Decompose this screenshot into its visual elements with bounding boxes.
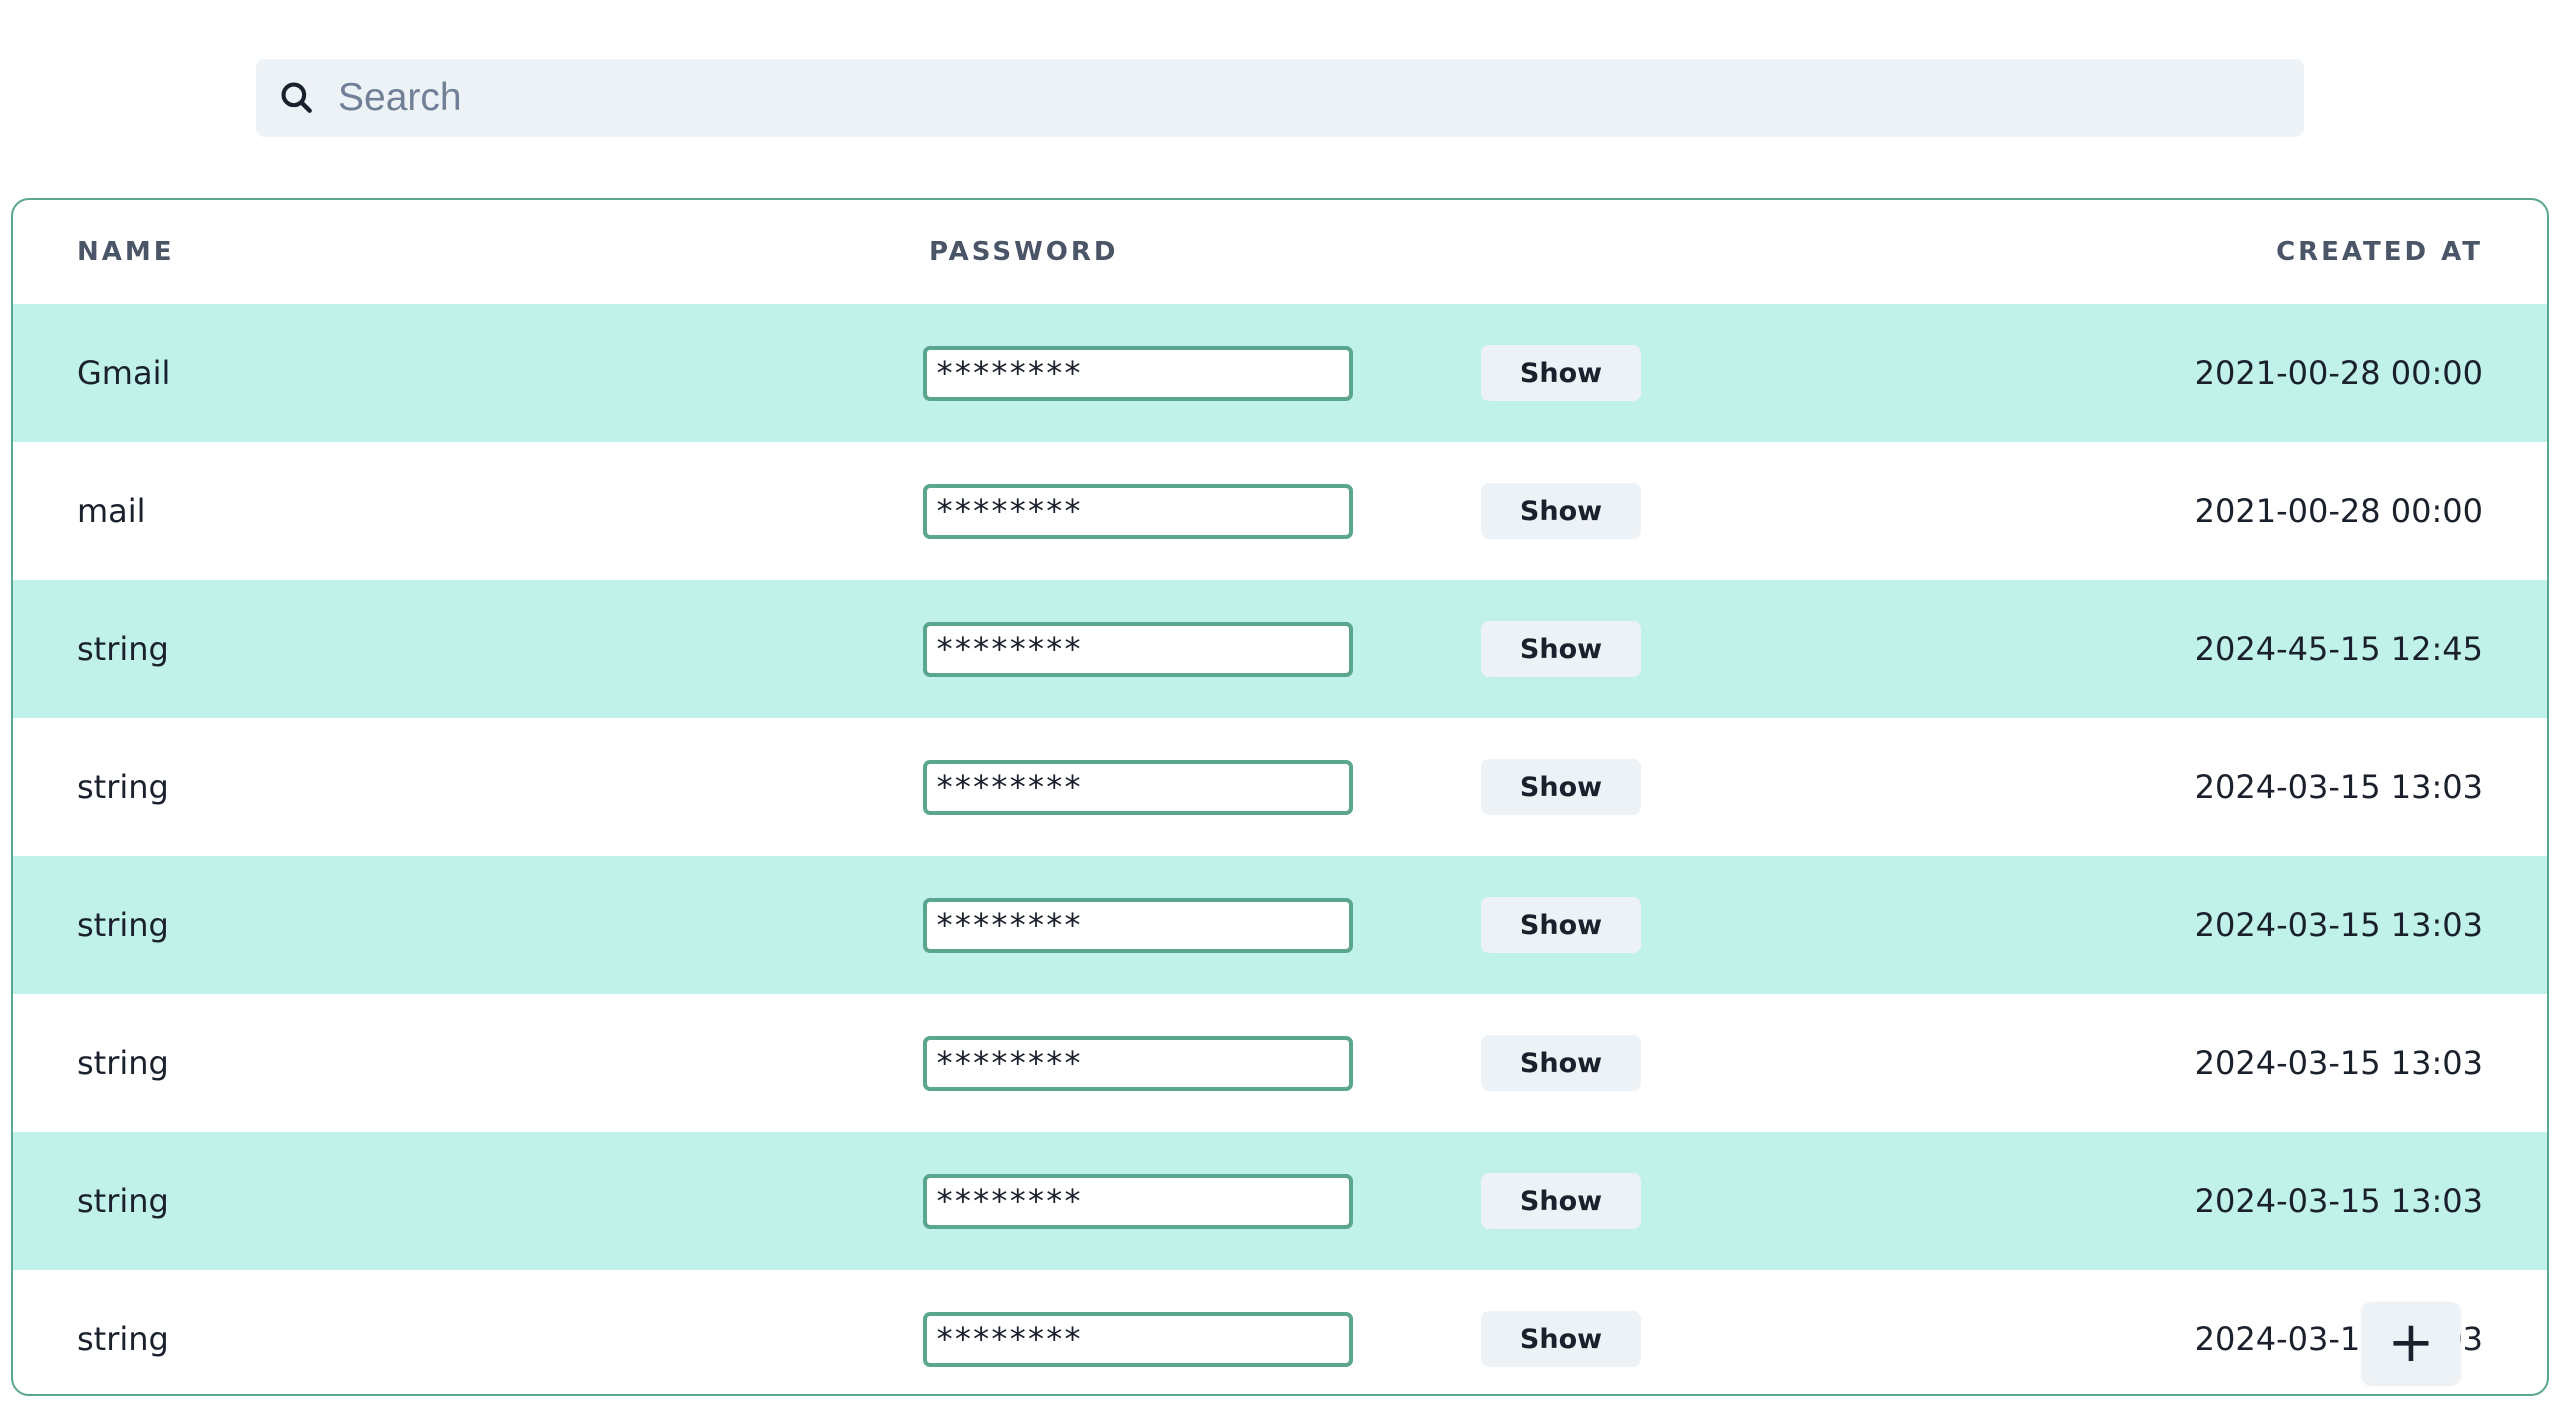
table-row: mail Show 2021-00-28 00:00 — [13, 442, 2547, 580]
cell-created-at: 2021-00-28 00:00 — [2194, 354, 2483, 392]
plus-icon: + — [2387, 1310, 2435, 1375]
cell-password — [923, 856, 1481, 994]
table-header-row: NAME PASSWORD CREATED AT — [13, 200, 2547, 304]
show-password-button[interactable]: Show — [1481, 483, 1641, 539]
table-row: string Show 2024-03-15 13:03 — [13, 994, 2547, 1132]
cell-name: mail — [77, 492, 146, 530]
table-row: string Show 2024-03-15 13:03 — [13, 718, 2547, 856]
cell-name: string — [77, 768, 169, 806]
cell-actions: Show — [1481, 718, 2031, 856]
cell-name: string — [77, 906, 169, 944]
password-field[interactable] — [923, 759, 1353, 815]
table-row: string Show 2024-45-15 12:45 — [13, 580, 2547, 718]
cell-actions: Show — [1481, 856, 2031, 994]
table-row: Gmail Show 2021-00-28 00:00 — [13, 304, 2547, 442]
table-row: string Show 2024-03-15 13:03 — [13, 1132, 2547, 1270]
cell-actions: Show — [1481, 994, 2031, 1132]
cell-created-at: 2024-03-15 13:03 — [2194, 1044, 2483, 1082]
cell-actions: Show — [1481, 580, 2031, 718]
password-field[interactable] — [923, 1173, 1353, 1229]
show-password-button[interactable]: Show — [1481, 1035, 1641, 1091]
password-field[interactable] — [923, 621, 1353, 677]
cell-actions: Show — [1481, 1132, 2031, 1270]
cell-actions: Show — [1481, 304, 2031, 442]
show-password-button[interactable]: Show — [1481, 345, 1641, 401]
cell-name: string — [77, 1182, 169, 1220]
search-input[interactable] — [338, 59, 2278, 137]
cell-name: Gmail — [77, 354, 171, 392]
cell-name: string — [77, 1044, 169, 1082]
password-field[interactable] — [923, 345, 1353, 401]
cell-created-at: 2024-03-15 13:03 — [2194, 906, 2483, 944]
add-entry-button[interactable]: + — [2362, 1302, 2460, 1384]
search-bar[interactable] — [256, 59, 2304, 137]
cell-created-at: 2024-03-15 13:03 — [2194, 768, 2483, 806]
cell-password — [923, 580, 1481, 718]
cell-password — [923, 1132, 1481, 1270]
cell-password — [923, 1270, 1481, 1394]
cell-password — [923, 994, 1481, 1132]
show-password-button[interactable]: Show — [1481, 621, 1641, 677]
show-password-button[interactable]: Show — [1481, 1311, 1641, 1367]
table-row: string Show 2024-03-15 13:03 — [13, 856, 2547, 994]
column-header-actions — [1481, 200, 2031, 304]
show-password-button[interactable]: Show — [1481, 759, 1641, 815]
password-manager-page: NAME PASSWORD CREATED AT Gmail Show 2021-0… — [0, 0, 2560, 1424]
password-field[interactable] — [923, 1311, 1353, 1367]
column-header-password: PASSWORD — [929, 237, 1119, 267]
search-icon — [281, 82, 312, 113]
cell-password — [923, 442, 1481, 580]
password-field[interactable] — [923, 897, 1353, 953]
cell-actions: Show — [1481, 442, 2031, 580]
show-password-button[interactable]: Show — [1481, 897, 1641, 953]
table-row: string Show 2024-03-15 13:03 — [13, 1270, 2547, 1394]
cell-created-at: 2024-45-15 12:45 — [2194, 630, 2483, 668]
passwords-table: NAME PASSWORD CREATED AT Gmail Show 2021-0… — [13, 200, 2547, 1394]
password-field[interactable] — [923, 1035, 1353, 1091]
table-body: Gmail Show 2021-00-28 00:00 mail Show 2021-00… — [13, 304, 2547, 1394]
column-header-created-at: CREATED AT — [2276, 237, 2483, 267]
table-header: NAME PASSWORD CREATED AT — [13, 200, 2547, 304]
passwords-table-card: NAME PASSWORD CREATED AT Gmail Show 2021-0… — [11, 198, 2549, 1396]
show-password-button[interactable]: Show — [1481, 1173, 1641, 1229]
cell-name: string — [77, 1320, 169, 1358]
cell-password — [923, 304, 1481, 442]
cell-name: string — [77, 630, 169, 668]
cell-actions: Show — [1481, 1270, 2031, 1394]
cell-created-at: 2024-03-15 13:03 — [2194, 1320, 2483, 1358]
cell-created-at: 2024-03-15 13:03 — [2194, 1182, 2483, 1220]
password-field[interactable] — [923, 483, 1353, 539]
column-header-name: NAME — [77, 237, 175, 267]
cell-password — [923, 718, 1481, 856]
cell-created-at: 2021-00-28 00:00 — [2194, 492, 2483, 530]
